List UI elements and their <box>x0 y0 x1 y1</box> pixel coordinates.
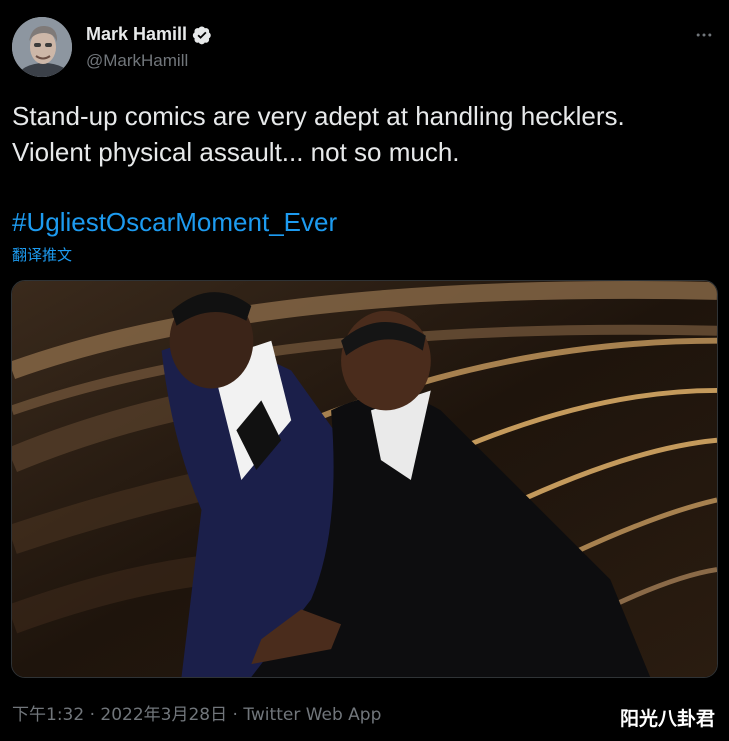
avatar[interactable] <box>12 17 72 77</box>
media-photo <box>12 281 717 677</box>
author-handle[interactable]: @MarkHamill <box>86 51 188 71</box>
watermark: 阳光八卦君 <box>619 708 715 730</box>
tweet-timestamp[interactable]: 下午1:32 · 2022年3月28日 <box>12 705 227 725</box>
author-name-row: Mark Hamill <box>86 24 212 45</box>
translate-tweet-link[interactable]: 翻译推文 <box>12 244 72 265</box>
tweet-text: Stand-up comics are very adept at handli… <box>12 101 625 167</box>
verified-badge-icon <box>192 25 212 45</box>
tweet-media-image[interactable] <box>11 280 718 678</box>
tweet: Mark Hamill @MarkHamill Stand-up comics … <box>0 0 729 741</box>
author-display-name[interactable]: Mark Hamill <box>86 24 187 45</box>
tweet-meta: 下午1:32 · 2022年3月28日 · Twitter Web App <box>12 700 381 725</box>
more-options-icon[interactable] <box>693 24 715 46</box>
tweet-source[interactable]: Twitter Web App <box>243 705 381 725</box>
meta-separator: · <box>227 705 244 725</box>
hashtag-link[interactable]: #UgliestOscarMoment_Ever <box>12 204 337 240</box>
